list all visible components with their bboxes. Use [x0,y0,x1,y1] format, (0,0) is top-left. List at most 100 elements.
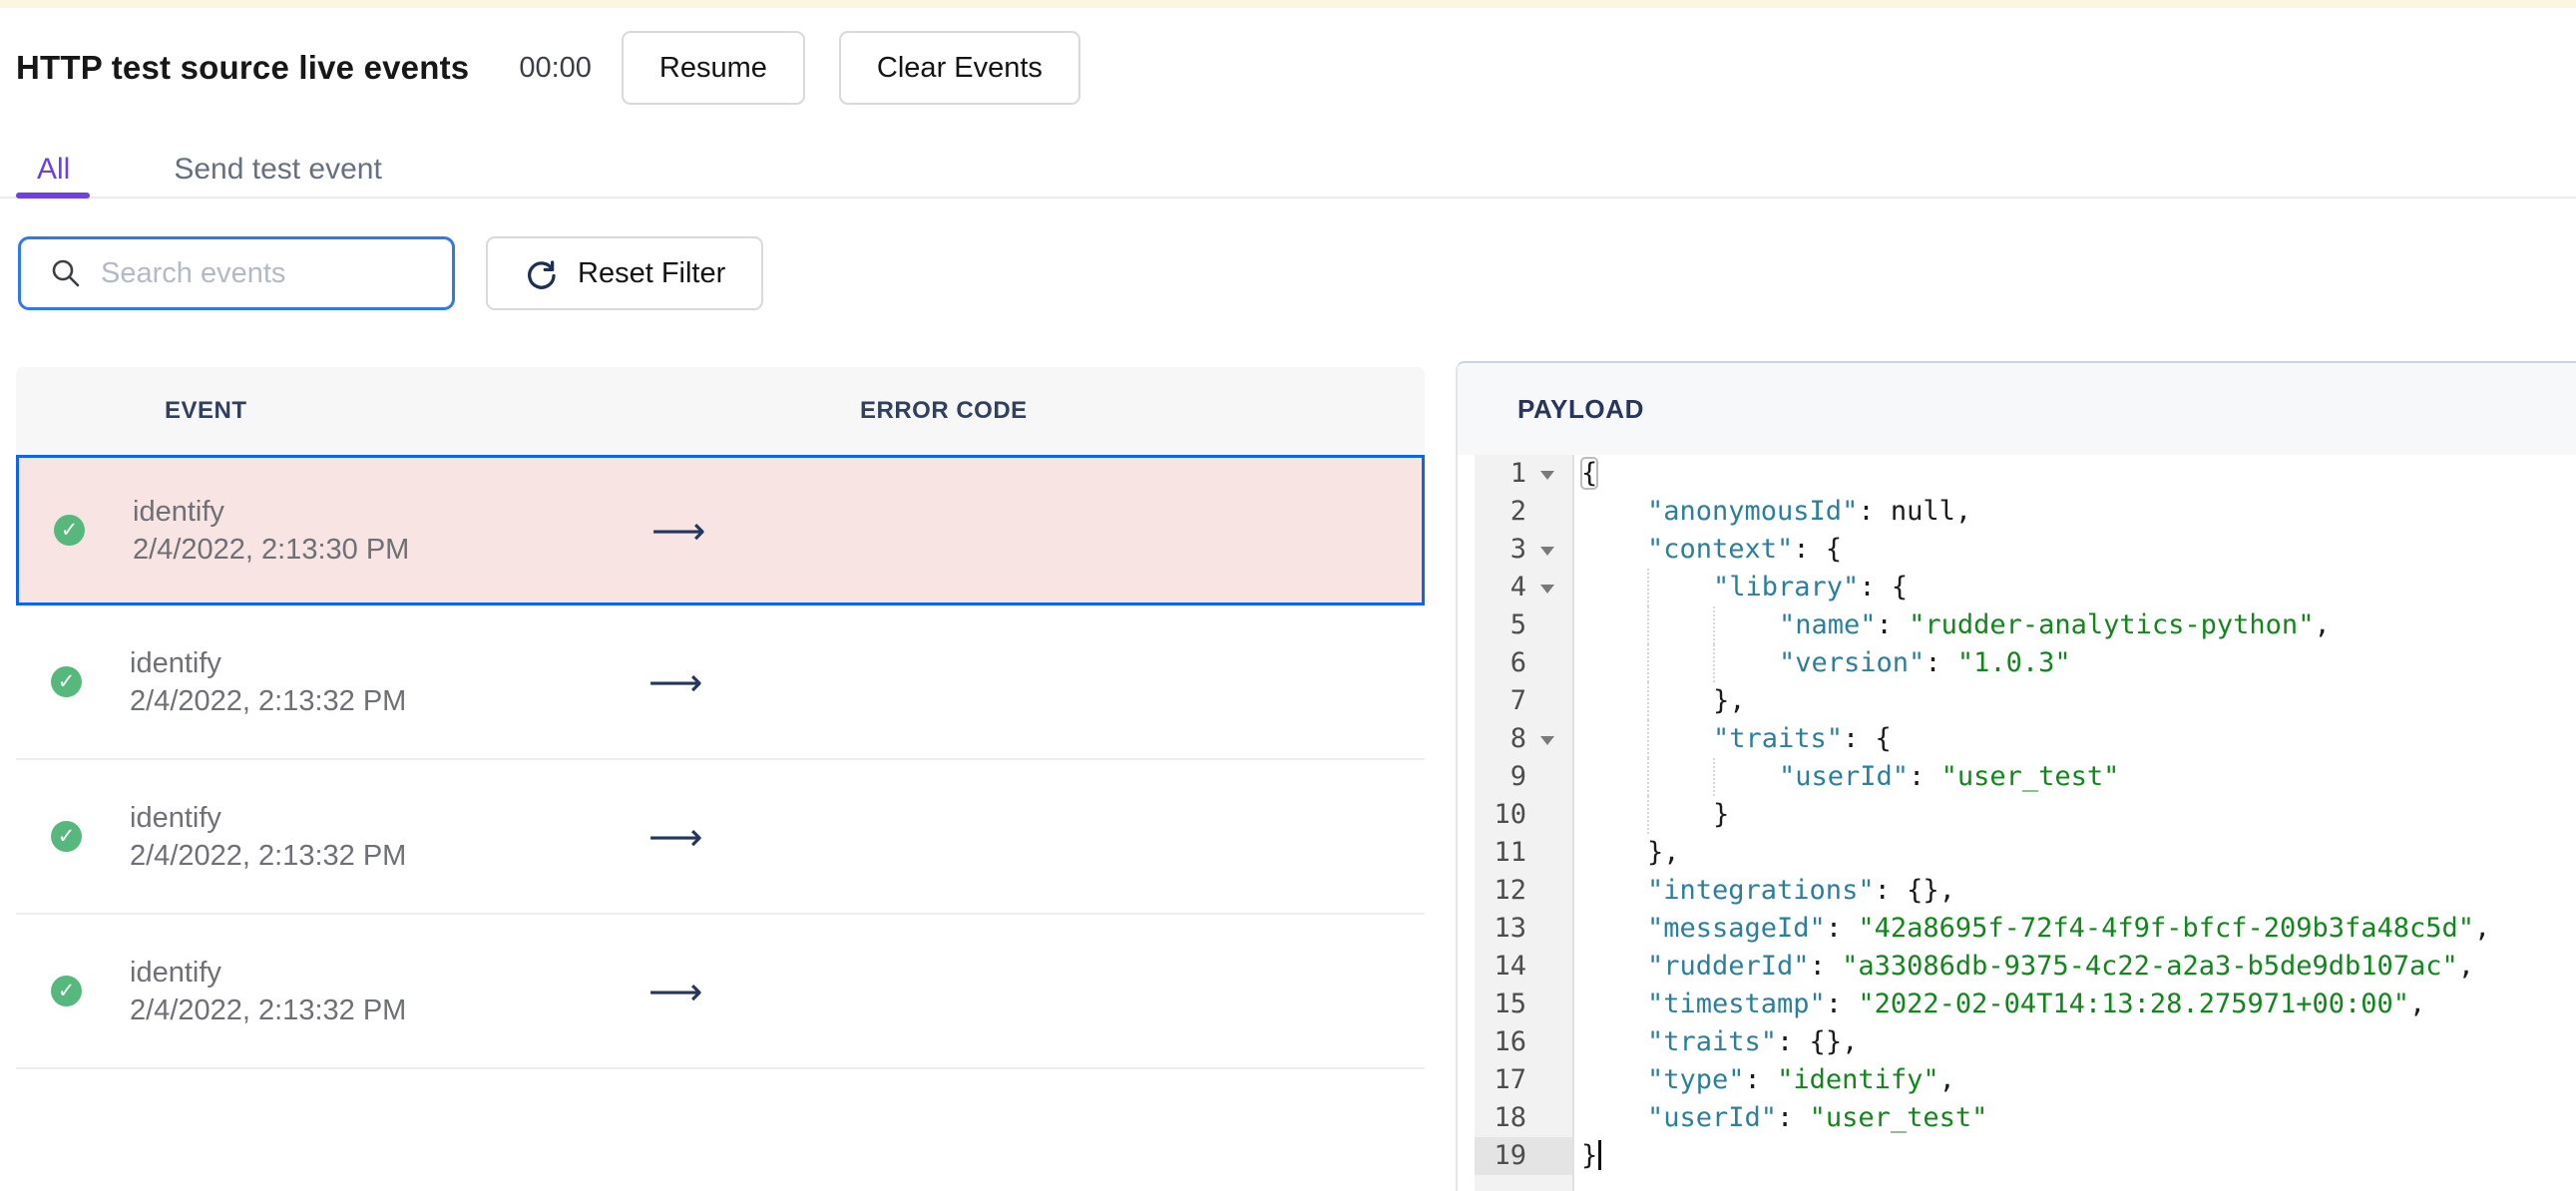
line-number: 4 [1475,569,1572,606]
json-punctuation: : [1744,1064,1778,1095]
tab-all[interactable]: All [16,142,91,198]
json-punctuation: : {}, [1777,1026,1859,1057]
line-number: 11 [1494,837,1526,868]
indent-guide [1647,758,1649,796]
code-line: "userId": "user_test" [1574,1099,2576,1137]
payload-title: PAYLOAD [1517,393,1645,424]
json-key: "name" [1779,609,1877,640]
line-number: 13 [1494,913,1526,944]
json-key: "type" [1647,1064,1745,1095]
error-code-arrow-icon: ⟶ [648,814,703,859]
fold-arrow-icon[interactable] [1540,471,1554,480]
event-row[interactable]: ✓ identify 2/4/2022, 2:13:32 PM ⟶ [16,760,1425,915]
column-header-event: EVENT [165,397,247,424]
code-line: "rudderId": "a33086db-9375-4c22-a2a3-b5d… [1574,948,2576,986]
json-punctuation: : [1858,496,1891,527]
line-number: 10 [1494,799,1526,830]
code-line: { [1574,455,2576,493]
text-cursor [1598,1139,1602,1170]
indent-guide [1713,644,1715,682]
json-punctuation: : [1777,1102,1810,1133]
json-punctuation: : {}, [1874,875,1955,906]
success-check-icon: ✓ [54,515,85,546]
line-number: 9 [1509,761,1526,792]
event-timestamp: 2/4/2022, 2:13:32 PM [130,993,407,1026]
editor-code[interactable]: {"anonymousId": null, "context": {"librar… [1574,455,2576,1191]
event-type: identify [130,956,221,989]
table-header: EVENT ERROR CODE [16,367,1425,455]
json-key: "messageId" [1647,913,1826,944]
code-line: "timestamp": "2022-02-04T14:13:28.275971… [1574,986,2576,1023]
indent-guide [1647,569,1649,606]
success-check-icon: ✓ [51,666,82,697]
code-line: "traits": {}, [1574,1023,2576,1061]
code-line: "name": "rudder-analytics-python", [1574,606,2576,644]
json-string: "user_test" [1809,1102,1988,1133]
clear-events-button[interactable]: Clear Events [838,31,1080,105]
event-row[interactable]: ✓ identify 2/4/2022, 2:13:30 PM ⟶ [16,455,1425,605]
json-punctuation: , [2314,609,2331,640]
line-number: 15 [1494,989,1526,1019]
search-input[interactable] [101,256,432,290]
page-header: HTTP test source live events 00:00 Resum… [16,30,1080,106]
error-code-arrow-icon: ⟶ [651,508,706,553]
resume-button[interactable]: Resume [621,31,805,105]
event-type: identify [130,801,221,834]
json-key: "rudderId" [1647,951,1810,982]
search-box[interactable] [18,236,455,310]
reset-filter-button[interactable]: Reset Filter [486,236,764,310]
line-number: 12 [1494,875,1526,906]
payload-code-editor[interactable]: 1 2 3 4 5 6 7 8 9 10 11 12 13 14 15 16 17 18 19 {"anonymou… [1458,455,2576,1191]
event-row-text: identify 2/4/2022, 2:13:32 PM [130,954,406,1029]
table-body: ✓ identify 2/4/2022, 2:13:30 PM ⟶ ✓ identify 2… [16,455,1425,1069]
json-string: "rudder-analytics-python" [1909,609,2315,640]
event-timestamp: 2/4/2022, 2:13:32 PM [130,839,407,872]
json-punctuation: : { [1859,572,1909,602]
editor-gutter: 1 2 3 4 5 6 7 8 9 10 11 12 13 14 15 16 17 18 19 [1475,455,1574,1191]
event-row[interactable]: ✓ identify 2/4/2022, 2:13:32 PM ⟶ [16,605,1425,760]
code-line: "version": "1.0.3" [1574,644,2576,682]
json-punctuation: : [1825,989,1859,1019]
code-line: "traits": { [1574,720,2576,758]
json-punctuation: : [1809,951,1843,982]
json-punctuation: , [2474,913,2491,944]
line-number: 1 [1475,455,1572,493]
json-punctuation: , [1938,1064,1955,1095]
page-title: HTTP test source live events [16,49,470,86]
line-number: 7 [1509,685,1526,716]
tab-send-test-event[interactable]: Send test event [174,142,381,198]
fold-arrow-icon[interactable] [1540,547,1554,556]
json-string: "2022-02-04T14:13:28.275971+00:00" [1858,989,2410,1019]
indent-guide [1647,682,1649,720]
payload-panel: PAYLOAD 1 2 3 4 5 6 7 8 9 10 11 12 13 14 15 16 17 18 19 {"… [1456,361,2576,1191]
top-accent-strip [0,0,2576,8]
json-punctuation: }, [1713,685,1746,716]
json-string: "1.0.3" [1956,647,2071,678]
line-number: 14 [1494,951,1526,982]
fold-arrow-icon[interactable] [1540,736,1554,745]
event-timestamp: 2/4/2022, 2:13:30 PM [133,533,410,566]
event-row[interactable]: ✓ identify 2/4/2022, 2:13:32 PM ⟶ [16,915,1425,1069]
search-icon [49,256,83,290]
code-line: "type": "identify", [1574,1061,2576,1099]
live-events-table: EVENT ERROR CODE ✓ identify 2/4/2022, 2:13… [16,367,1425,1069]
json-string: "a33086db-9375-4c22-a2a3-b5de9db107ac" [1842,951,2458,982]
line-number: 3 [1475,531,1572,569]
fold-arrow-icon[interactable] [1540,585,1554,594]
json-key: "traits" [1713,723,1844,754]
json-string: "42a8695f-72f4-4f9f-bfcf-209b3fa48c5d" [1858,913,2475,944]
code-line: "anonymousId": null, [1574,493,2576,531]
json-key: "library" [1713,572,1860,602]
json-key: "traits" [1647,1026,1778,1057]
json-punctuation: : { [1843,723,1892,754]
line-number: 19 [1475,1137,1572,1175]
code-line: } [1574,796,2576,834]
event-row-text: identify 2/4/2022, 2:13:32 PM [130,644,406,720]
tab-divider [0,197,2576,198]
event-row-text: identify 2/4/2022, 2:13:30 PM [133,493,409,569]
json-key: "timestamp" [1647,989,1826,1019]
success-check-icon: ✓ [51,976,82,1006]
line-number: 2 [1509,496,1526,527]
line-number: 5 [1509,609,1526,640]
json-punctuation: { [1579,457,1599,490]
